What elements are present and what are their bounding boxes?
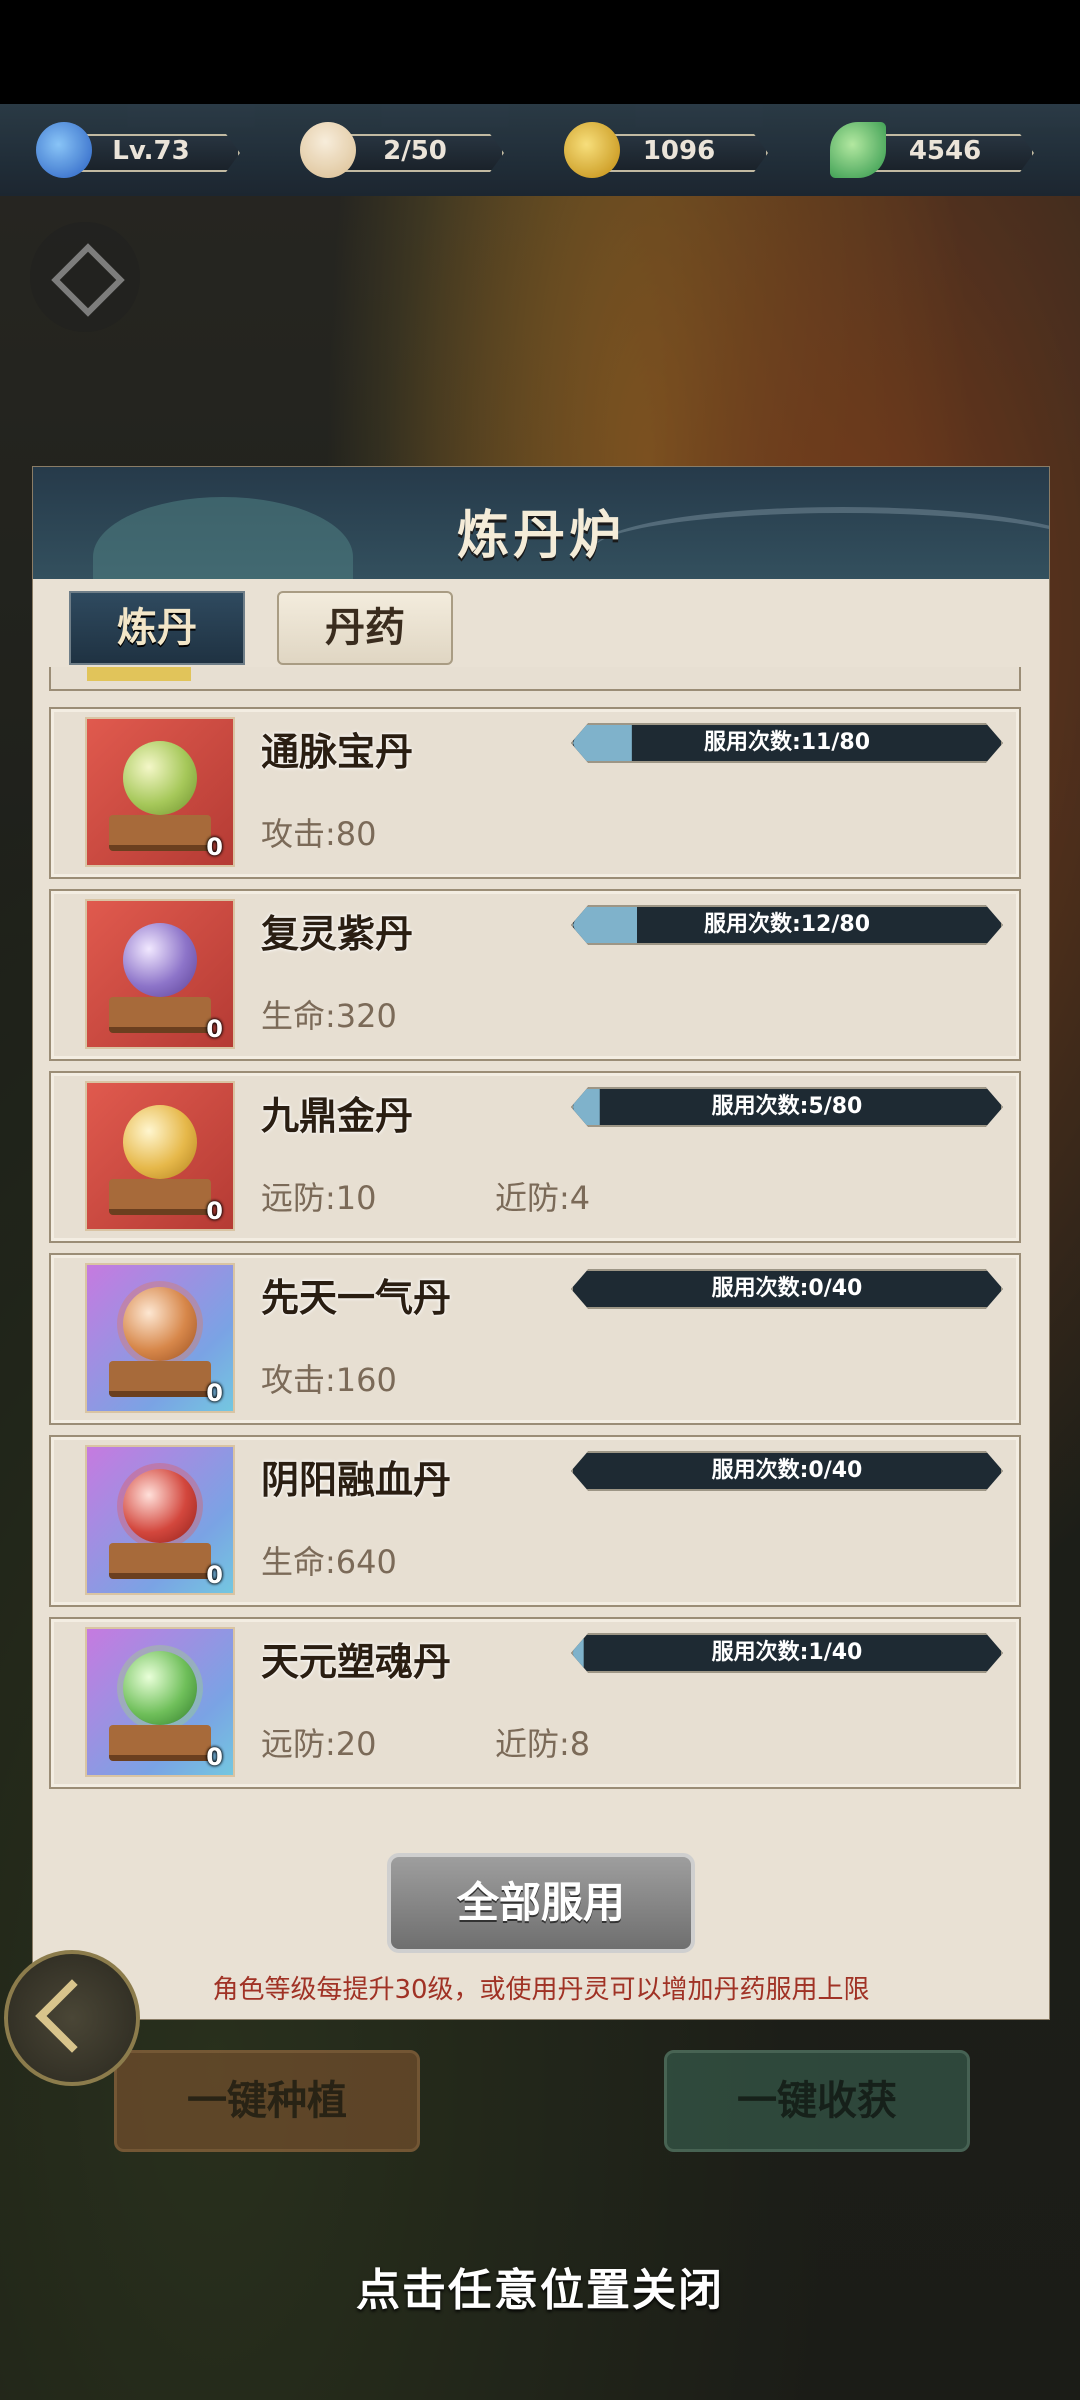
status-bar xyxy=(0,0,1080,104)
pedestal-icon xyxy=(109,815,211,851)
pill-stat: 远防:10 xyxy=(261,1179,377,1217)
alchemy-furnace-panel: 炼丹炉 炼丹 丹药 0 通脉宝丹 服用次数:11/80 攻击:80 0 复灵紫丹… xyxy=(32,466,1050,2020)
item-frame-partial xyxy=(87,667,191,681)
pill-count: 0 xyxy=(206,1561,223,1589)
pedestal-icon xyxy=(109,1725,211,1761)
pill-thumbnail[interactable]: 0 xyxy=(85,1263,235,1413)
pill-count: 0 xyxy=(206,1015,223,1043)
tab-refine[interactable]: 炼丹 xyxy=(69,591,245,665)
pill-card[interactable]: 0 先天一气丹 服用次数:0/40 攻击:160 xyxy=(49,1253,1021,1425)
pill-list[interactable]: 0 通脉宝丹 服用次数:11/80 攻击:80 0 复灵紫丹 服用次数:12/8… xyxy=(49,667,1033,1857)
tab-pills[interactable]: 丹药 xyxy=(277,591,453,665)
resource-bar: Lv.73 2/50 1096 4546 xyxy=(0,104,1080,196)
pill-card[interactable]: 0 复灵紫丹 服用次数:12/80 生命:320 xyxy=(49,889,1021,1061)
pedestal-icon xyxy=(109,1179,211,1215)
usage-progress-bar: 服用次数:12/80 xyxy=(571,905,1003,945)
pill-thumbnail[interactable]: 0 xyxy=(85,899,235,1049)
usage-count-label: 服用次数:0/40 xyxy=(711,1276,863,1301)
map-back-button[interactable] xyxy=(30,222,140,332)
pill-count: 0 xyxy=(206,1379,223,1407)
pill-card[interactable]: 0 九鼎金丹 服用次数:5/80 远防:10 近防:4 xyxy=(49,1071,1021,1243)
pill-orb-icon xyxy=(123,1469,197,1543)
pill-stat: 近防:4 xyxy=(495,1179,591,1217)
pill-name: 天元塑魂丹 xyxy=(261,1640,452,1684)
usage-progress-bar: 服用次数:0/40 xyxy=(571,1269,1003,1309)
pill-thumbnail[interactable]: 0 xyxy=(85,717,235,867)
one-click-harvest-button: 一键收获 xyxy=(664,2050,970,2152)
swirl-level-icon xyxy=(36,122,92,178)
pill-orb-icon xyxy=(123,1287,197,1361)
pill-stat: 生命:640 xyxy=(261,1543,397,1581)
pill-count: 0 xyxy=(206,1197,223,1225)
pill-stat: 生命:320 xyxy=(261,997,397,1035)
pill-thumbnail[interactable]: 0 xyxy=(85,1627,235,1777)
chevron-left-icon xyxy=(35,1979,109,2053)
usage-progress-bar: 服用次数:5/80 xyxy=(571,1087,1003,1127)
pedestal-icon xyxy=(109,1543,211,1579)
pill-name: 通脉宝丹 xyxy=(261,730,414,774)
gold-coin-icon xyxy=(564,122,620,178)
panel-title: 炼丹炉 xyxy=(456,506,625,566)
pill-orb-icon xyxy=(123,923,197,997)
return-button[interactable] xyxy=(4,1950,140,2086)
pill-stat: 攻击:80 xyxy=(261,815,377,853)
panel-header: 炼丹炉 xyxy=(33,467,1049,579)
one-click-plant-button: 一键种植 xyxy=(114,2050,420,2152)
usage-limit-note: 角色等级每提升30级，或使用丹灵可以增加丹药服用上限 xyxy=(212,1975,870,2005)
usage-count-label: 服用次数:0/40 xyxy=(711,1458,863,1483)
pill-card[interactable]: 0 阴阳融血丹 服用次数:0/40 生命:640 xyxy=(49,1435,1021,1607)
usage-progress-bar: 服用次数:1/40 xyxy=(571,1633,1003,1673)
pill-card[interactable]: 0 通脉宝丹 服用次数:11/80 攻击:80 xyxy=(49,707,1021,879)
pill-count: 0 xyxy=(206,1743,223,1771)
pill-name: 九鼎金丹 xyxy=(261,1094,414,1138)
pedestal-icon xyxy=(109,997,211,1033)
usage-count-label: 服用次数:12/80 xyxy=(703,912,871,937)
usage-count-label: 服用次数:11/80 xyxy=(703,730,871,755)
pill-orb-icon xyxy=(123,1651,197,1725)
usage-count-label: 服用次数:5/80 xyxy=(711,1094,863,1119)
steamed-bun-icon xyxy=(300,122,356,178)
pill-thumbnail[interactable]: 0 xyxy=(85,1445,235,1595)
tap-to-close-hint[interactable]: 点击任意位置关闭 xyxy=(0,2254,1080,2318)
jade-leaf-icon xyxy=(830,122,886,178)
pill-name: 复灵紫丹 xyxy=(261,912,414,956)
pill-card[interactable]: 0 天元塑魂丹 服用次数:1/40 远防:20 近防:8 xyxy=(49,1617,1021,1789)
usage-progress-bar: 服用次数:11/80 xyxy=(571,723,1003,763)
pill-stat: 近防:8 xyxy=(495,1725,591,1763)
usage-count-label: 服用次数:1/40 xyxy=(711,1640,863,1665)
pill-stat: 远防:20 xyxy=(261,1725,377,1763)
usage-progress-bar: 服用次数:0/40 xyxy=(571,1451,1003,1491)
pill-count: 0 xyxy=(206,833,223,861)
pedestal-icon xyxy=(109,1361,211,1397)
pill-name: 先天一气丹 xyxy=(261,1276,452,1320)
pill-stat: 攻击:160 xyxy=(261,1361,397,1399)
pill-thumbnail[interactable]: 0 xyxy=(85,1081,235,1231)
list-item-partial xyxy=(49,667,1021,691)
use-all-button[interactable]: 全部服用 xyxy=(387,1853,695,1953)
diamond-back-icon xyxy=(51,243,125,317)
pill-orb-icon xyxy=(123,1105,197,1179)
pill-name: 阴阳融血丹 xyxy=(261,1458,452,1502)
pill-orb-icon xyxy=(123,741,197,815)
